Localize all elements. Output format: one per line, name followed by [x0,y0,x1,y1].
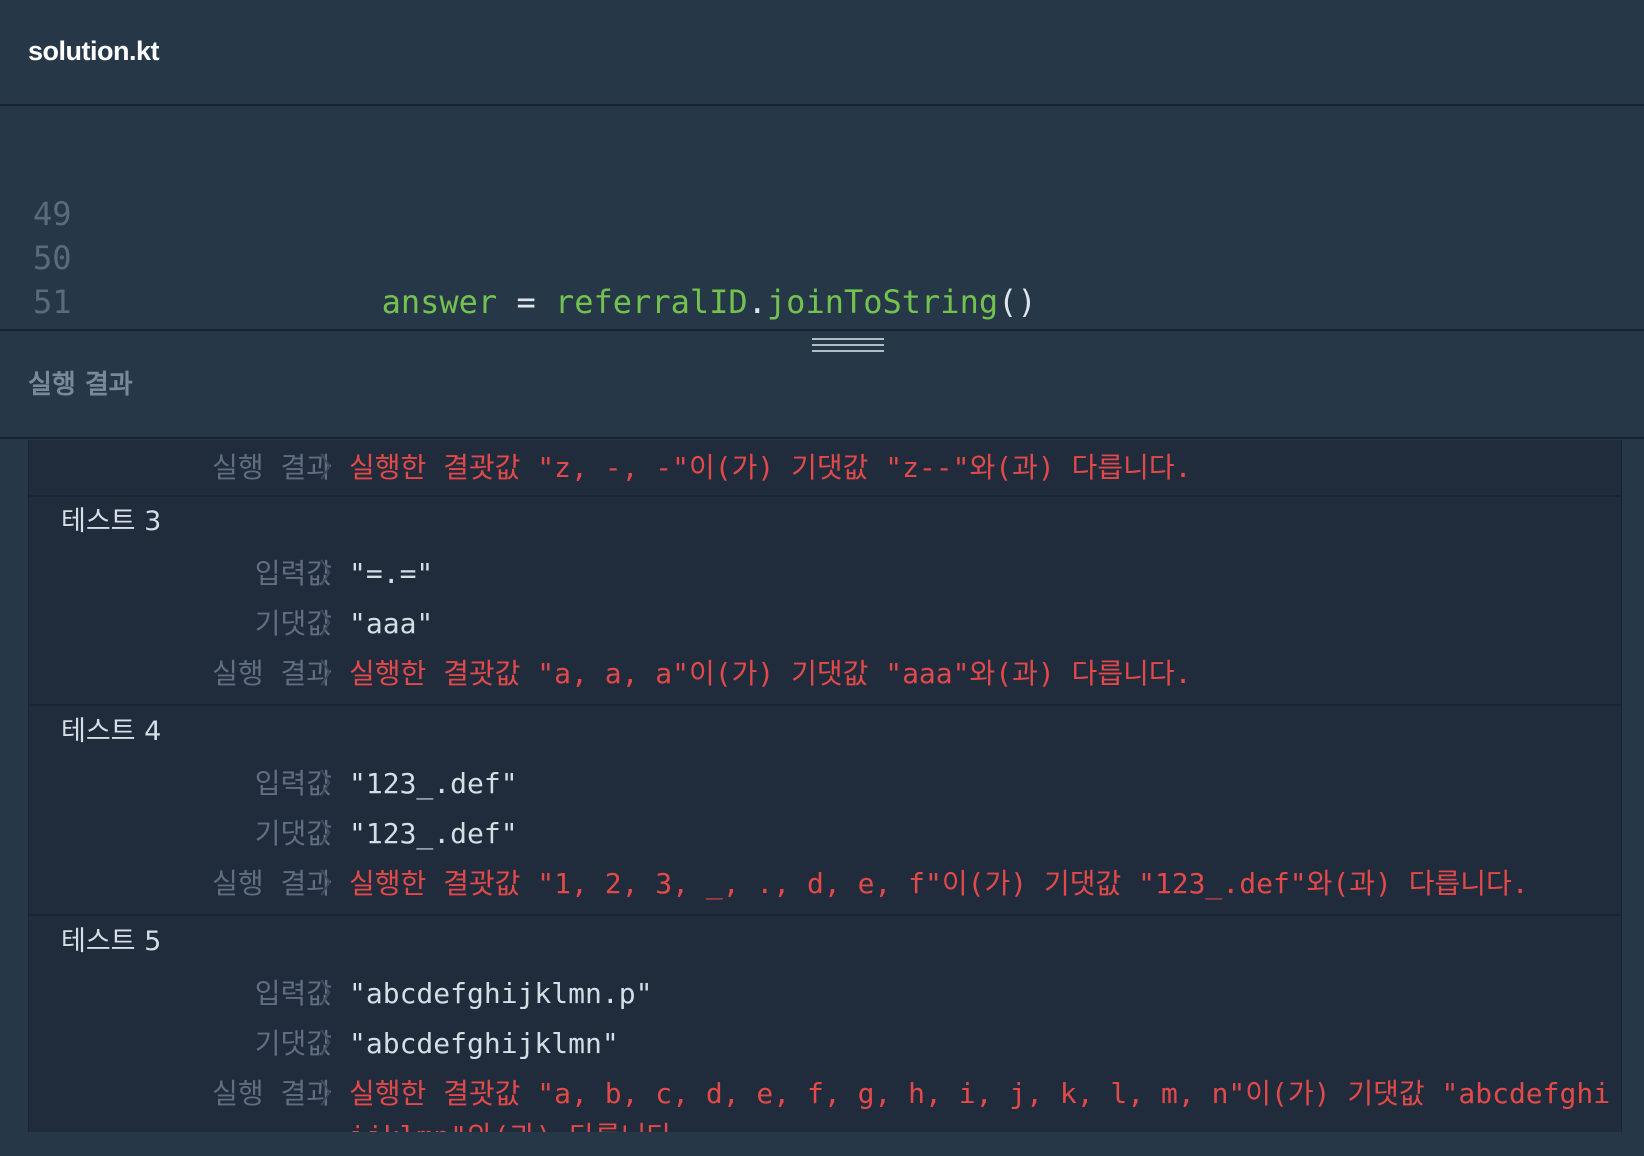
result-label: 실행 결과 [212,451,332,484]
chevron-icon: 〉 [319,977,348,1010]
divider [29,495,1621,497]
result-message: 실행한 결괏값 "1, 2, 3, _, ., d, e, f"이(가) 기댓값… [349,867,1529,900]
expected-value: "123_.def" [349,817,518,850]
result-message: 실행한 결괏값 "a, a, a"이(가) 기댓값 "aaa"와(과) 다릅니다… [349,657,1192,690]
input-row: 입력값 〉 "abcdefghijklmn.p" [29,969,1621,1019]
resize-handle-icon[interactable] [812,338,884,358]
code-line[interactable]: 52 } [0,280,132,409]
chevron-icon: 〉 [319,817,348,850]
editor-tab-bar: solution.kt [0,0,1644,106]
expected-row: 기댓값 〉 "aaa" [29,599,1621,649]
input-value: "=.=" [349,557,434,590]
chevron-icon: 〉 [319,557,348,590]
chevron-icon: 〉 [319,657,348,690]
result-panel-title: 실행 결과 [28,370,133,400]
code-editor[interactable]: 49 answer = referralID.joinToString() 50… [0,106,1644,409]
result-row-wrap: ijklmn"와(과) 다릅니다. [29,1112,1621,1132]
expected-value: "aaa" [349,607,434,640]
result-message-continued: ijklmn"와(과) 다릅니다. [349,1112,689,1132]
result-console[interactable]: 실행 결과 〉 실행한 결괏값 "z, -, -"이(가) 기댓값 "z--"와… [28,440,1622,1132]
input-label: 입력값 [254,977,332,1010]
expected-row: 기댓값 〉 "123_.def" [29,809,1621,859]
input-label: 입력값 [254,767,332,800]
input-value: "123_.def" [349,767,518,800]
expected-label: 기댓값 [254,817,332,850]
code-line[interactable]: 50 return answer [0,192,632,365]
chevron-icon: 〉 [319,607,348,640]
result-row: 실행 결과 〉 실행한 결괏값 "a, a, a"이(가) 기댓값 "aaa"와… [29,649,1621,699]
result-label: 실행 결과 [212,657,332,690]
input-value: "abcdefghijklmn.p" [349,977,653,1010]
chevron-icon: 〉 [319,451,348,484]
expected-label: 기댓값 [254,607,332,640]
test-title: 테스트 3 [61,506,162,537]
code-token: . [747,283,767,321]
input-row: 입력값 〉 "=.=" [29,549,1621,599]
result-message: 실행한 결괏값 "z, -, -"이(가) 기댓값 "z--"와(과) 다릅니다… [349,451,1192,484]
divider [29,914,1621,916]
expected-label: 기댓값 [254,1027,332,1060]
code-line[interactable]: 51 } [0,236,209,365]
chevron-icon: 〉 [319,1027,348,1060]
test-title: 테스트 4 [61,716,162,747]
code-line[interactable]: 49 answer = referralID.joinToString() [0,148,1037,321]
input-row: 입력값 〉 "123_.def" [29,759,1621,809]
code-token: joinToString [766,283,999,321]
expected-value: "abcdefghijklmn" [349,1027,619,1060]
result-row: 실행 결과 〉 실행한 결괏값 "z, -, -"이(가) 기댓값 "z--"와… [29,443,1621,493]
bottom-bar [0,1132,1644,1156]
result-row: 실행 결과 〉 실행한 결괏값 "1, 2, 3, _, ., d, e, f"… [29,859,1621,909]
test-title: 테스트 5 [61,926,162,957]
file-tab-title[interactable]: solution.kt [28,36,160,67]
expected-row: 기댓값 〉 "abcdefghijklmn" [29,1019,1621,1069]
chevron-icon: 〉 [319,867,348,900]
divider [29,704,1621,706]
chevron-icon: 〉 [319,767,348,800]
result-label: 실행 결과 [212,867,332,900]
input-label: 입력값 [254,557,332,590]
code-token: () [998,283,1037,321]
